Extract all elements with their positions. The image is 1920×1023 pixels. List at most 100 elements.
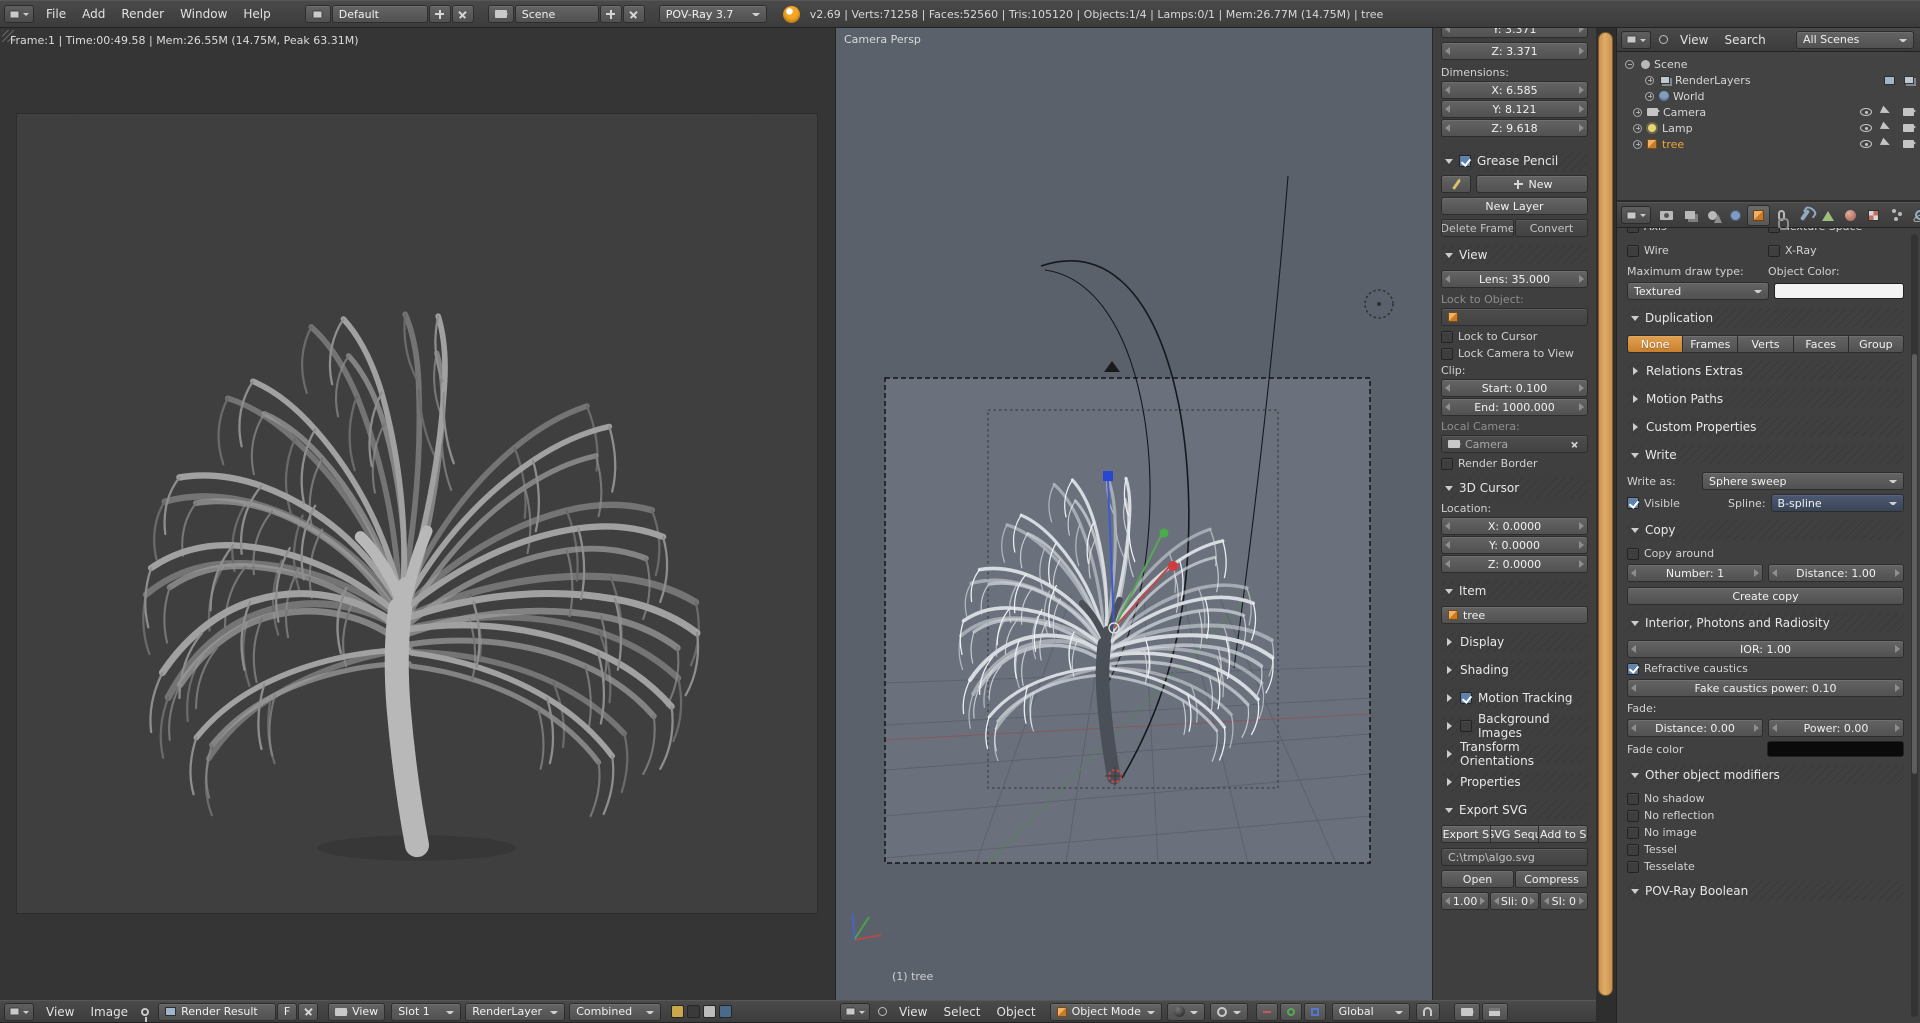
tesselate-checkbox[interactable] xyxy=(1627,861,1639,873)
axis-checkbox[interactable] xyxy=(1627,228,1639,233)
outliner-row-tree[interactable]: tree xyxy=(1619,136,1918,152)
tab-render[interactable] xyxy=(1655,205,1678,226)
screen-layout-selector[interactable]: Default xyxy=(332,5,428,23)
tab-physics[interactable] xyxy=(1908,205,1920,226)
panel-display[interactable]: Display xyxy=(1441,632,1588,652)
render-engine-selector[interactable]: POV-Ray 3.7 xyxy=(659,5,767,23)
clip-end-field[interactable]: End: 1000.000 xyxy=(1441,398,1588,416)
panel-relations-extras[interactable]: Relations Extras xyxy=(1627,361,1904,381)
cursor-z-field[interactable]: Z: 0.0000 xyxy=(1441,555,1588,573)
header-collapse-icon[interactable] xyxy=(1659,35,1668,44)
panel-export-svg[interactable]: Export SVG xyxy=(1441,800,1588,820)
dimension-z-field[interactable]: Z: 9.618 xyxy=(1441,119,1588,137)
panel-copy[interactable]: Copy xyxy=(1627,520,1904,540)
vertical-scrollbar[interactable] xyxy=(1598,32,1613,996)
render-result-image[interactable] xyxy=(17,114,817,913)
copy-number-field[interactable]: Number: 1 xyxy=(1627,564,1763,582)
tab-object-data[interactable] xyxy=(1816,205,1839,226)
expander-icon[interactable] xyxy=(1633,108,1642,117)
snap-toggle[interactable] xyxy=(1416,1003,1440,1021)
render-border-checkbox[interactable] xyxy=(1441,458,1453,470)
render-view-toggle[interactable]: View xyxy=(328,1003,385,1021)
menu-help[interactable]: Help xyxy=(235,5,278,23)
panel-transform-orientations[interactable]: Transform Orientations xyxy=(1441,744,1588,764)
duplication-group-button[interactable]: Group xyxy=(1849,335,1904,353)
render-slot-selector[interactable]: Slot 1 xyxy=(391,1003,461,1021)
panel-duplication[interactable]: Duplication xyxy=(1627,308,1904,328)
tab-render-layers[interactable] xyxy=(1678,205,1701,226)
expander-icon[interactable] xyxy=(1645,76,1654,85)
wire-checkbox[interactable] xyxy=(1627,245,1639,257)
menu-add[interactable]: Add xyxy=(74,5,113,23)
panel-motion-paths[interactable]: Motion Paths xyxy=(1627,389,1904,409)
lock-to-object-field[interactable] xyxy=(1441,308,1588,326)
ior-field[interactable]: IOR: 1.00 xyxy=(1627,640,1904,658)
scrollbar-thumb[interactable] xyxy=(1912,354,1917,774)
render-opengl-button[interactable] xyxy=(1454,1003,1480,1021)
selectability-icon[interactable] xyxy=(1880,138,1895,151)
manipulator-translate-toggle[interactable] xyxy=(1256,1003,1278,1021)
screen-layout-browse-icon[interactable] xyxy=(305,5,331,23)
outliner-row-scene[interactable]: Scene xyxy=(1619,56,1918,72)
tab-modifiers[interactable] xyxy=(1793,205,1816,226)
tessel-checkbox[interactable] xyxy=(1627,844,1639,856)
compress-button[interactable]: Compress xyxy=(1515,870,1588,888)
panel-interior[interactable]: Interior, Photons and Radiosity xyxy=(1627,613,1904,633)
mode-selector[interactable]: Object Mode xyxy=(1050,1003,1162,1021)
editor-type-icon-image[interactable] xyxy=(4,1003,34,1021)
grease-pencil-checkbox[interactable] xyxy=(1459,155,1471,167)
panel-shading[interactable]: Shading xyxy=(1441,660,1588,680)
panel-3d-cursor[interactable]: 3D Cursor xyxy=(1441,478,1588,498)
visibility-eye-icon[interactable] xyxy=(1860,124,1872,132)
export-svg-button[interactable]: Export S xyxy=(1441,825,1491,843)
viewport-shading-selector[interactable] xyxy=(1167,1003,1205,1021)
no-image-checkbox[interactable] xyxy=(1627,827,1639,839)
duplication-faces-button[interactable]: Faces xyxy=(1794,335,1849,353)
viewport-canvas[interactable] xyxy=(836,28,1432,1000)
selectability-icon[interactable] xyxy=(1880,122,1895,135)
texture-space-checkbox[interactable] xyxy=(1768,228,1780,233)
tab-scene[interactable] xyxy=(1701,205,1724,226)
render-pass-selector[interactable]: Combined xyxy=(569,1003,661,1021)
object-name-field[interactable]: tree xyxy=(1441,606,1588,624)
render-opengl-anim-button[interactable] xyxy=(1482,1003,1508,1021)
menu-view[interactable]: View xyxy=(1672,31,1716,49)
draw-type-selector[interactable]: Textured xyxy=(1627,282,1769,300)
grease-new-button[interactable]: New xyxy=(1476,175,1588,193)
render-layer-selector[interactable]: RenderLayer xyxy=(465,1003,565,1021)
copy-distance-field[interactable]: Distance: 1.00 xyxy=(1768,564,1904,582)
renderability-icon[interactable] xyxy=(1903,124,1914,132)
background-images-checkbox[interactable] xyxy=(1460,720,1472,732)
menu-search[interactable]: Search xyxy=(1716,31,1773,49)
channel-rgba-button[interactable] xyxy=(687,1005,700,1018)
duplication-none-button[interactable]: None xyxy=(1627,335,1683,353)
panel-povray-boolean[interactable]: POV-Ray Boolean xyxy=(1627,881,1904,901)
svg-si-field[interactable]: SI: 0 xyxy=(1540,892,1588,910)
menu-view[interactable]: View xyxy=(891,1003,935,1021)
motion-tracking-checkbox[interactable] xyxy=(1460,692,1472,704)
visibility-eye-icon[interactable] xyxy=(1860,140,1872,148)
viewport-3d[interactable]: Camera Persp (1) tree xyxy=(836,28,1432,1000)
svg-path-field[interactable]: C:\tmp\algo.svg xyxy=(1441,848,1588,866)
editor-type-icon-outliner[interactable] xyxy=(1621,31,1651,49)
menu-select[interactable]: Select xyxy=(935,1003,988,1021)
add-scene-button[interactable] xyxy=(600,5,622,23)
svg-sequence-button[interactable]: SVG Sequ xyxy=(1491,825,1540,843)
expander-icon[interactable] xyxy=(1645,92,1654,101)
svg-scale-field[interactable]: 1.00 xyxy=(1441,892,1489,910)
renderability-icon[interactable] xyxy=(1903,140,1914,148)
delete-frame-button[interactable]: Delete Frame xyxy=(1441,219,1514,237)
panel-motion-tracking[interactable]: Motion Tracking xyxy=(1441,688,1588,708)
outliner-filter-selector[interactable]: All Scenes xyxy=(1796,31,1914,49)
close-scene-button[interactable] xyxy=(623,5,645,23)
layer-icon[interactable] xyxy=(1904,76,1914,84)
copy-around-checkbox[interactable] xyxy=(1627,548,1639,560)
scene-browse-icon[interactable] xyxy=(488,5,514,23)
editor-type-icon-3dview[interactable] xyxy=(840,1003,870,1021)
lock-camera-checkbox[interactable] xyxy=(1441,348,1453,360)
no-reflection-checkbox[interactable] xyxy=(1627,810,1639,822)
outliner-row-camera[interactable]: Camera xyxy=(1619,104,1918,120)
write-as-selector[interactable]: Sphere sweep xyxy=(1702,472,1904,490)
manipulator-scale-toggle[interactable] xyxy=(1304,1003,1326,1021)
renderability-icon[interactable] xyxy=(1903,108,1914,116)
